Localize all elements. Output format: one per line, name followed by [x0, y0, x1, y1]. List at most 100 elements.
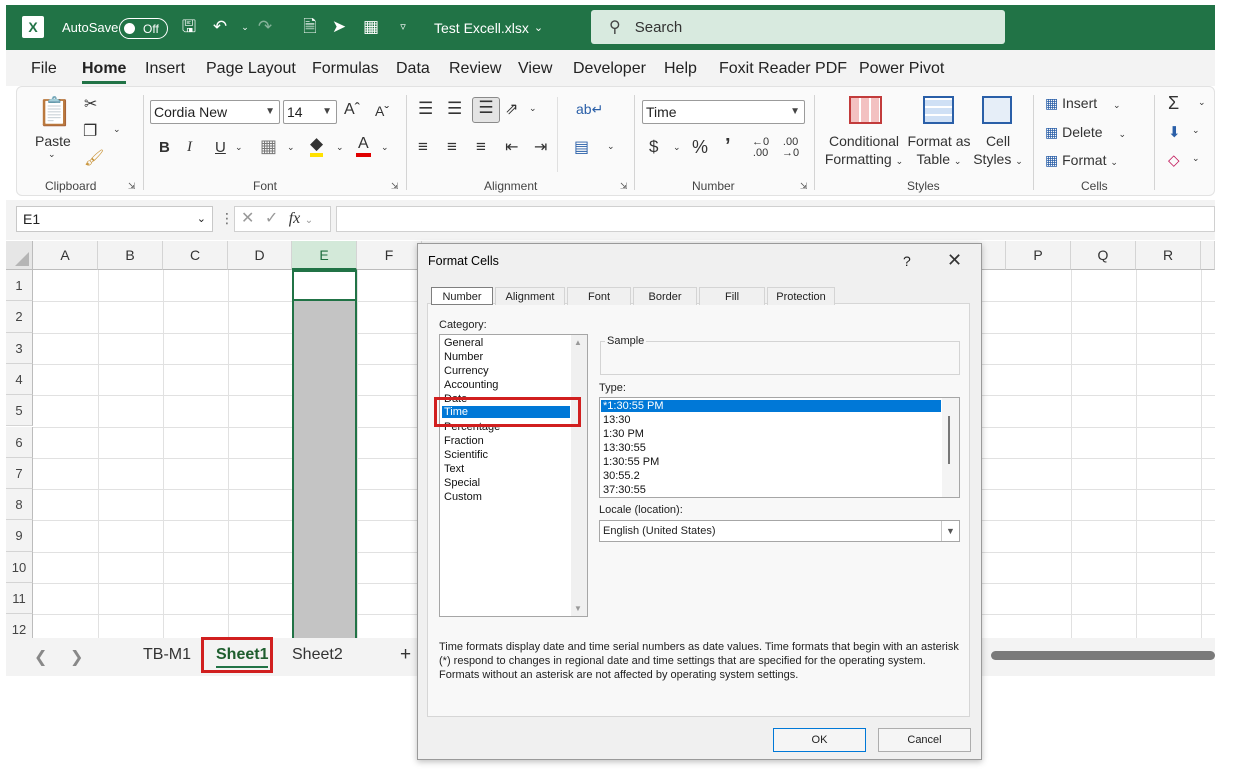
row-header[interactable]: 3	[6, 332, 33, 364]
search-input[interactable]: ⚲ Search	[591, 10, 1005, 44]
category-item[interactable]: Scientific	[444, 449, 488, 461]
middle-align-icon[interactable]: ☰	[447, 99, 462, 119]
help-button[interactable]: ?	[903, 253, 911, 269]
type-list[interactable]: *1:30:55 PM 13:30 1:30 PM 13:30:55 1:30:…	[599, 397, 960, 498]
font-launcher-icon[interactable]: ⇲	[391, 181, 399, 192]
delete-cells-button[interactable]: ▦ Delete ⌄	[1045, 124, 1145, 141]
insert-cells-button[interactable]: ▦ Insert ⌄	[1045, 95, 1145, 112]
borders-dropdown-icon[interactable]: ⌄	[287, 142, 295, 153]
tab-number[interactable]: Number	[431, 287, 493, 305]
orientation-dropdown-icon[interactable]: ⌄	[529, 103, 537, 114]
category-item[interactable]: Custom	[444, 491, 482, 503]
column-header-q[interactable]: Q	[1071, 241, 1136, 270]
cut-icon[interactable]: ✂	[84, 94, 97, 114]
column-header-a[interactable]: A	[33, 241, 98, 270]
align-left-icon[interactable]: ≡	[418, 137, 428, 157]
bold-button[interactable]: B	[159, 139, 170, 156]
scroll-down-icon[interactable]: ▼	[574, 604, 582, 613]
percent-button[interactable]: %	[692, 137, 708, 158]
add-sheet-button[interactable]: +	[400, 644, 411, 666]
tab-review[interactable]: Review	[449, 60, 501, 78]
category-scrollbar[interactable]: ▲ ▼	[571, 335, 587, 616]
pointer-icon[interactable]: ➤	[328, 16, 350, 38]
category-item[interactable]: Number	[444, 351, 483, 363]
type-scroll-thumb[interactable]	[948, 416, 950, 464]
type-item[interactable]: 37:30:55	[603, 484, 646, 496]
number-launcher-icon[interactable]: ⇲	[800, 181, 808, 192]
horizontal-scrollbar[interactable]	[991, 651, 1215, 660]
wrap-text-icon[interactable]: ab↵	[576, 101, 603, 118]
select-all-button[interactable]	[6, 241, 33, 270]
more-options-icon[interactable]: ⋮	[220, 210, 234, 227]
decrease-decimal-icon[interactable]: .00 →0	[782, 137, 799, 159]
row-header[interactable]: 12	[6, 614, 33, 638]
cancel-icon[interactable]: ✕	[241, 210, 254, 227]
underline-button[interactable]: U	[215, 139, 226, 156]
category-item[interactable]: Currency	[444, 365, 489, 377]
conditional-formatting-icon[interactable]	[849, 96, 882, 124]
tab-data[interactable]: Data	[396, 60, 430, 78]
row-header[interactable]: 8	[6, 489, 33, 521]
row-header[interactable]: 4	[6, 363, 33, 396]
row-header[interactable]: 2	[6, 301, 33, 333]
tab-power-pivot[interactable]: Power Pivot	[859, 60, 944, 78]
type-item[interactable]: 13:30:55	[603, 442, 646, 454]
active-cell-e1[interactable]	[292, 270, 357, 301]
tab-home[interactable]: Home	[82, 60, 127, 84]
clear-dropdown-icon[interactable]: ⌄	[1192, 153, 1200, 164]
redo-icon[interactable]: ↷	[254, 16, 276, 38]
file-title[interactable]: Test Excell.xlsx ⌄	[434, 5, 543, 50]
fill-dropdown-icon[interactable]: ⌄	[1192, 125, 1200, 136]
increase-font-icon[interactable]: Aˆ	[344, 101, 360, 119]
tab-protection[interactable]: Protection	[767, 287, 835, 305]
tab-file[interactable]: File	[31, 60, 57, 78]
clipboard-launcher-icon[interactable]: ⇲	[128, 181, 136, 192]
cancel-button[interactable]: Cancel	[878, 728, 971, 752]
decrease-font-icon[interactable]: Aˇ	[375, 103, 389, 119]
name-box[interactable]: E1 ⌄	[16, 206, 213, 232]
copy-dropdown-icon[interactable]: ⌄	[113, 124, 121, 135]
next-sheet-icon[interactable]: ❯	[70, 647, 83, 667]
paste-button[interactable]: Paste	[35, 133, 71, 149]
type-scrollbar[interactable]	[942, 398, 959, 497]
currency-button[interactable]: $	[649, 137, 658, 157]
underline-dropdown-icon[interactable]: ⌄	[235, 142, 243, 153]
format-cells-button[interactable]: ▦ Format ⌄	[1045, 152, 1145, 169]
autosum-dropdown-icon[interactable]: ⌄	[1198, 97, 1206, 108]
column-header-r[interactable]: R	[1136, 241, 1201, 270]
row-header[interactable]: 9	[6, 520, 33, 552]
format-as-table-icon[interactable]	[923, 96, 954, 124]
number-format-select[interactable]: Time ▼	[642, 100, 805, 124]
row-header[interactable]: 1	[6, 270, 33, 302]
ok-button[interactable]: OK	[773, 728, 866, 752]
autosum-icon[interactable]: Σ	[1168, 93, 1179, 114]
undo-dropdown-icon[interactable]: ⌄	[234, 16, 256, 38]
row-header[interactable]: 11	[6, 583, 33, 615]
column-header-d[interactable]: D	[228, 241, 292, 270]
type-item[interactable]: 13:30	[603, 414, 631, 426]
customize-toolbar-icon[interactable]: ▿	[392, 16, 414, 38]
tab-font[interactable]: Font	[567, 287, 631, 305]
merge-dropdown-icon[interactable]: ⌄	[607, 141, 615, 152]
category-item[interactable]: Text	[444, 463, 464, 475]
type-item-selected[interactable]: *1:30:55 PM	[601, 400, 941, 412]
enter-icon[interactable]: ✓	[265, 210, 278, 227]
type-item[interactable]: 30:55.2	[603, 470, 640, 482]
increase-decimal-icon[interactable]: ←0.00	[752, 137, 769, 159]
orientation-icon[interactable]: ⇗	[505, 99, 518, 119]
copy-icon[interactable]: ❐	[83, 121, 97, 141]
tab-developer[interactable]: Developer	[573, 60, 646, 78]
align-center-icon[interactable]: ≡	[447, 137, 457, 157]
column-header-e[interactable]: E	[292, 241, 357, 270]
column-header-f[interactable]: F	[357, 241, 422, 270]
italic-button[interactable]: I	[187, 139, 192, 156]
fill-color-dropdown-icon[interactable]: ⌄	[336, 142, 344, 153]
insert-function-icon[interactable]: fx	[289, 210, 301, 227]
increase-indent-icon[interactable]: ⇥	[534, 137, 547, 157]
category-item[interactable]: Special	[444, 477, 480, 489]
column-header-s[interactable]	[1201, 241, 1215, 270]
bottom-align-icon[interactable]: ☰	[472, 97, 500, 123]
currency-dropdown-icon[interactable]: ⌄	[673, 142, 681, 153]
merge-center-icon[interactable]: ▤	[574, 137, 589, 157]
cell-styles-button[interactable]: Cell Styles ⌄	[972, 132, 1024, 170]
